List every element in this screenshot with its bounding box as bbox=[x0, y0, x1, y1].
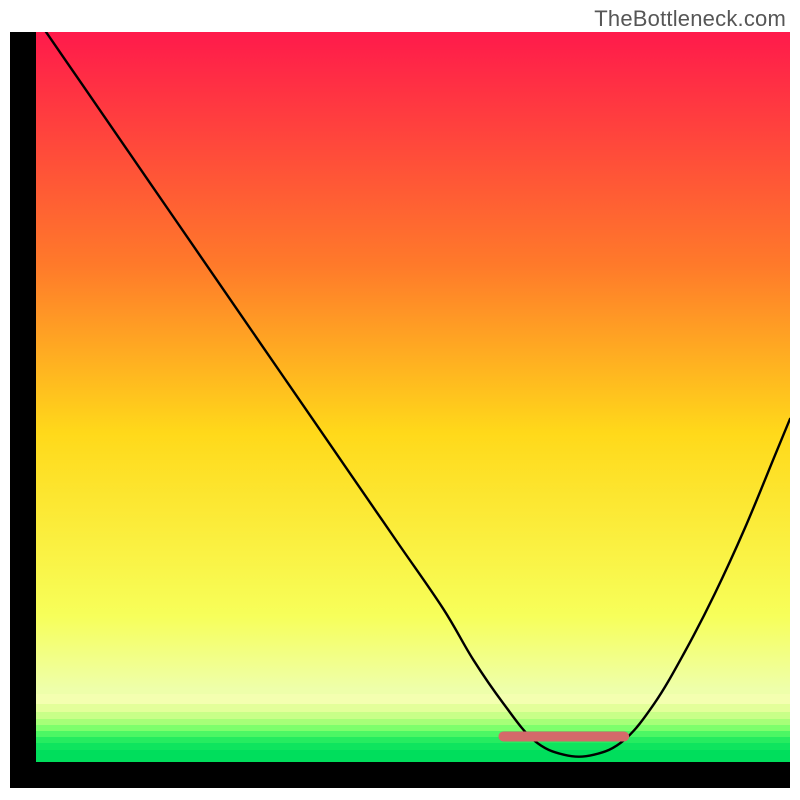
curve-layer bbox=[36, 32, 790, 762]
bottleneck-curve bbox=[36, 32, 790, 757]
chart-container: TheBottleneck.com bbox=[0, 0, 800, 800]
plot-area bbox=[36, 32, 790, 762]
plot-frame bbox=[10, 32, 790, 788]
attribution-label: TheBottleneck.com bbox=[594, 6, 786, 32]
